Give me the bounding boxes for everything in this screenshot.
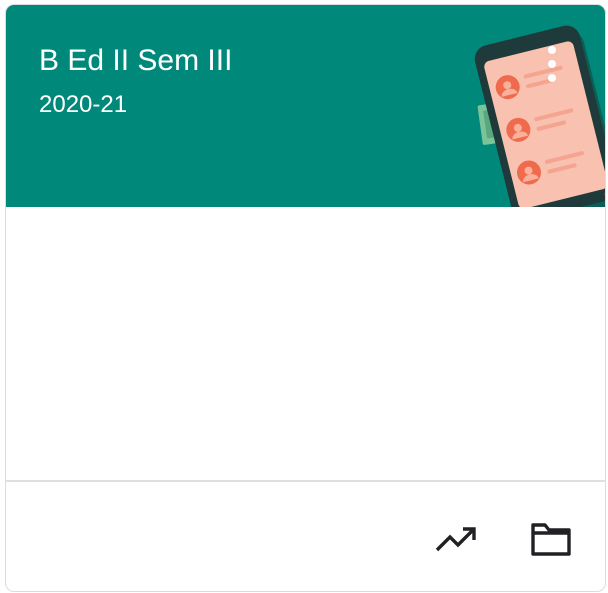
class-card-header[interactable]: B Ed II Sem III 2020-21: [6, 5, 605, 207]
trending-up-icon: [435, 527, 476, 552]
class-card-body: [6, 207, 605, 481]
more-vert-icon[interactable]: [536, 41, 568, 87]
gradebook-button[interactable]: [432, 515, 480, 563]
class-title[interactable]: B Ed II Sem III: [39, 43, 232, 79]
drive-folder-button[interactable]: [527, 515, 575, 563]
folder-icon: [531, 523, 571, 556]
class-section: 2020-21: [39, 91, 128, 118]
class-card: B Ed II Sem III 2020-21: [5, 4, 606, 592]
class-card-actions: [6, 482, 605, 591]
